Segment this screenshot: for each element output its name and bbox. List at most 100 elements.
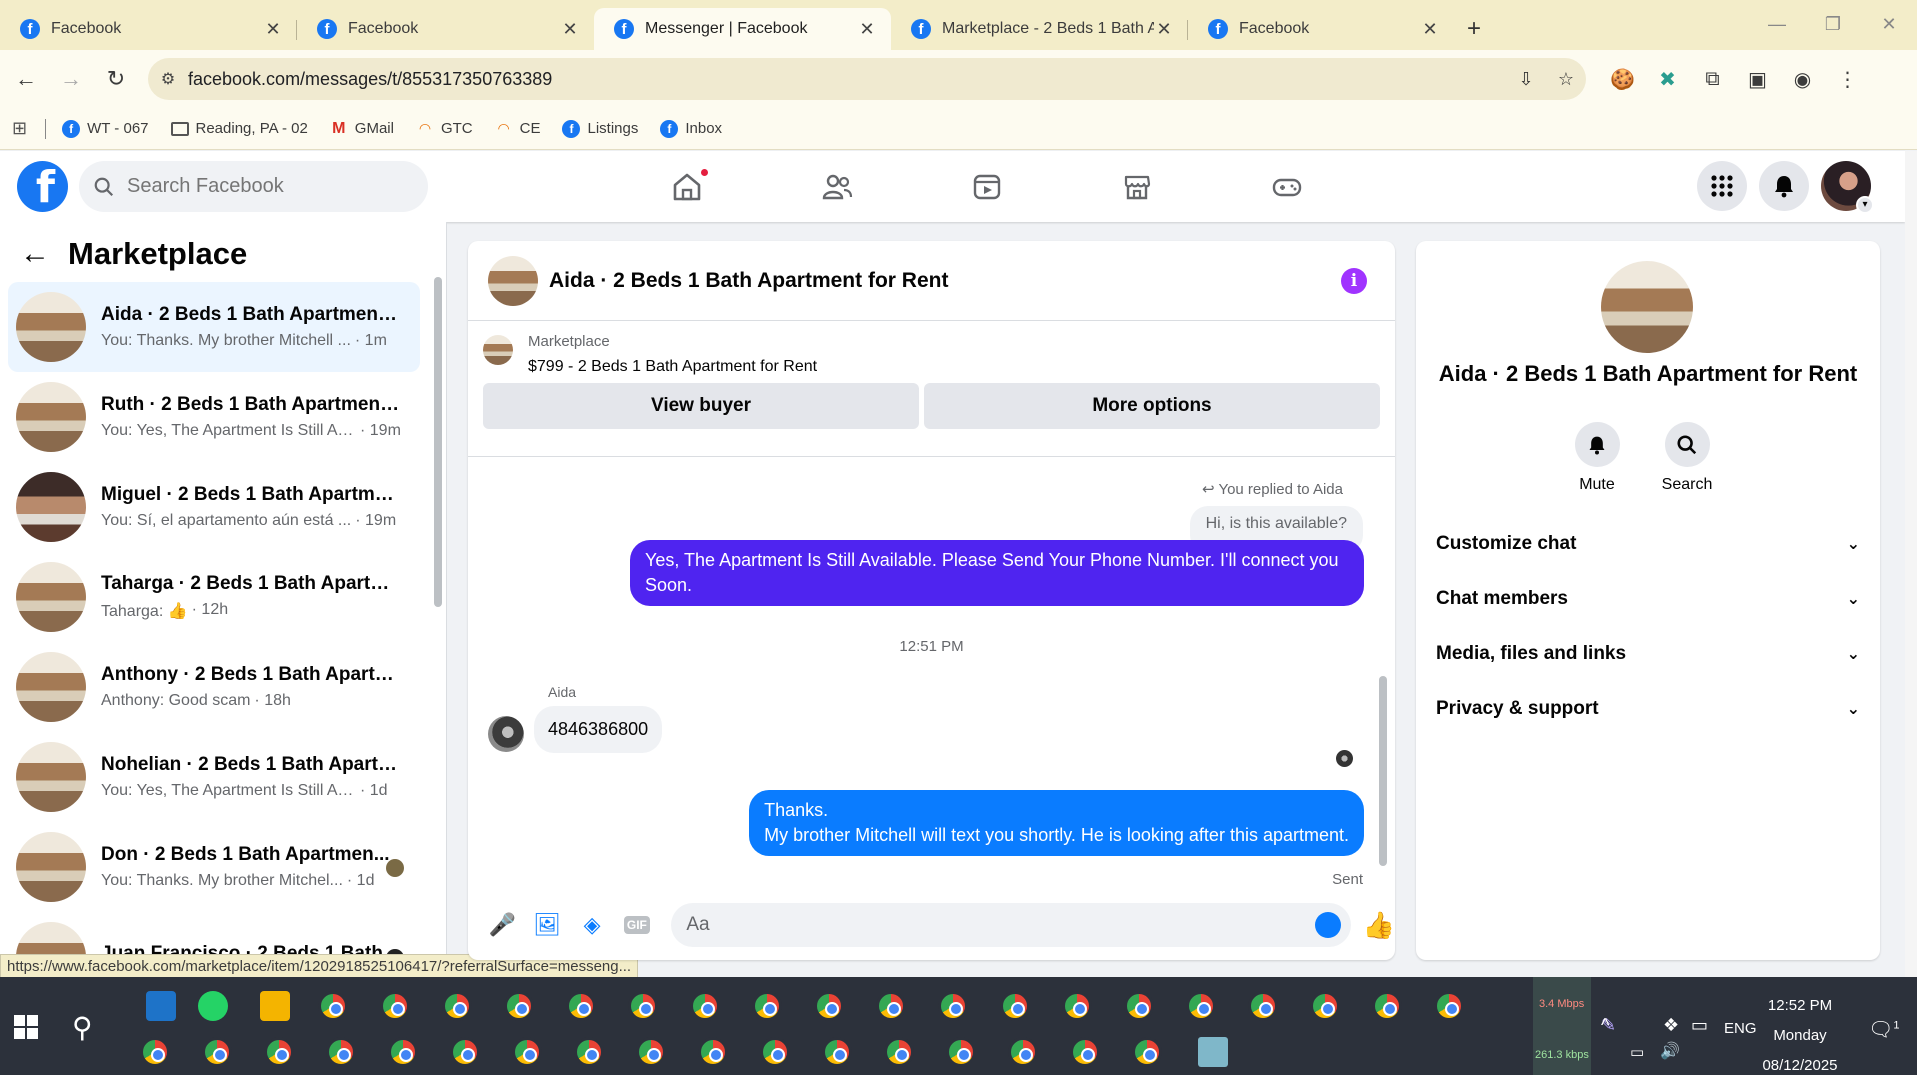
conversation-item[interactable]: Nohelian · 2 Beds 1 Bath Apartm... You: … — [8, 732, 420, 822]
video-nav[interactable] — [912, 151, 1062, 222]
chat-avatar[interactable] — [488, 255, 538, 306]
browser-tab[interactable]: f Facebook ✕ — [297, 8, 594, 50]
conversation-item[interactable]: Taharga · 2 Beds 1 Bath Apartme... Tahar… — [8, 552, 420, 642]
marketplace-nav[interactable] — [1062, 151, 1212, 222]
more-options-button[interactable]: More options — [924, 383, 1380, 429]
conversation-item[interactable]: Anthony · 2 Beds 1 Bath Apartm... Anthon… — [8, 642, 420, 732]
chrome-icon[interactable] — [140, 1037, 170, 1067]
close-window-button[interactable]: ✕ — [1861, 0, 1917, 48]
network-icon[interactable]: ▭ — [1630, 1043, 1644, 1061]
new-tab-button[interactable]: + — [1454, 8, 1494, 50]
friends-nav[interactable] — [762, 151, 912, 222]
thumbs-up-icon[interactable]: 👍 — [1363, 910, 1395, 941]
restore-button[interactable]: ❐ — [1805, 0, 1861, 48]
info-icon[interactable]: i — [1341, 268, 1367, 294]
outlook-icon[interactable] — [146, 991, 176, 1021]
chrome-icon[interactable] — [442, 991, 472, 1021]
mute-action[interactable]: Mute — [1552, 422, 1642, 494]
chrome-icon[interactable] — [884, 1037, 914, 1067]
install-app-icon[interactable]: ⇩ — [1506, 69, 1546, 90]
chrome-icon[interactable] — [814, 991, 844, 1021]
chrome-icon[interactable] — [388, 1037, 418, 1067]
chrome-icon[interactable] — [876, 991, 906, 1021]
search-icon[interactable]: ⚲ — [72, 1011, 93, 1044]
customize-chat-section[interactable]: Customize chat ⌄ — [1436, 524, 1866, 564]
close-icon[interactable]: ✕ — [1420, 19, 1440, 40]
chat-members-section[interactable]: Chat members ⌄ — [1436, 579, 1866, 619]
apps-grid-icon[interactable]: ⊞ — [12, 118, 27, 139]
close-icon[interactable]: ✕ — [1154, 19, 1174, 40]
sender-avatar[interactable] — [488, 716, 524, 752]
emoji-icon[interactable] — [1314, 912, 1341, 938]
thread-scrollbar[interactable] — [1379, 676, 1387, 866]
back-button[interactable]: ← — [7, 60, 45, 98]
chrome-icon[interactable] — [264, 1037, 294, 1067]
chrome-icon[interactable] — [450, 1037, 480, 1067]
extension-icon[interactable]: ✖ — [1645, 67, 1690, 92]
browser-tab[interactable]: f Facebook ✕ — [0, 8, 297, 50]
conversation-item[interactable]: Ruth · 2 Beds 1 Bath Apartment ... You: … — [8, 372, 420, 462]
battery-icon[interactable]: ▭ — [1691, 1015, 1708, 1036]
photo-icon[interactable]: 🖼 — [525, 903, 570, 948]
minimize-button[interactable]: — — [1749, 0, 1805, 48]
chrome-icon[interactable] — [1008, 1037, 1038, 1067]
tab-search-icon[interactable]: ▣ — [1735, 67, 1780, 92]
scrollbar-thumb[interactable] — [434, 277, 442, 607]
url-text[interactable]: facebook.com/messages/t/855317350763389 — [188, 69, 1506, 90]
whatsapp-icon[interactable] — [198, 991, 228, 1021]
chrome-icon[interactable] — [1000, 991, 1030, 1021]
conversation-item[interactable]: Aida · 2 Beds 1 Bath Apartment f... You:… — [8, 282, 420, 372]
show-hidden-icons[interactable]: ^ — [1601, 1015, 1609, 1036]
notifications-button[interactable] — [1759, 161, 1809, 211]
windows-start-icon[interactable] — [14, 1015, 38, 1039]
sticker-icon[interactable]: ◈ — [570, 903, 615, 948]
message-input[interactable]: Aa — [671, 903, 1351, 947]
bookmark-star-icon[interactable]: ☆ — [1546, 69, 1586, 90]
reload-button[interactable]: ↻ — [97, 60, 135, 98]
file-explorer-icon[interactable] — [260, 991, 290, 1021]
cookie-extension-icon[interactable]: 🍪 — [1600, 67, 1645, 92]
facebook-logo[interactable]: f — [17, 161, 68, 212]
site-info-icon[interactable]: ⚙ — [148, 69, 188, 89]
chrome-icon[interactable] — [504, 991, 534, 1021]
forward-button[interactable]: → — [52, 60, 90, 98]
chrome-icon[interactable] — [698, 1037, 728, 1067]
gaming-nav[interactable] — [1212, 151, 1362, 222]
browser-tab[interactable]: f Facebook ✕ — [1188, 8, 1454, 50]
outgoing-message[interactable]: Yes, The Apartment Is Still Available. P… — [630, 540, 1364, 606]
profile-avatar[interactable]: ▾ — [1821, 161, 1874, 214]
menu-icon[interactable]: ⋮ — [1825, 67, 1870, 92]
microphone-icon[interactable]: 🎤 — [480, 903, 525, 948]
chrome-icon[interactable] — [1310, 991, 1340, 1021]
notification-center-icon[interactable]: 🗨1 — [1868, 1017, 1900, 1042]
dropbox-icon[interactable]: ❖ — [1663, 1015, 1679, 1036]
chrome-icon[interactable] — [822, 1037, 852, 1067]
bookmark-item[interactable]: f WT - 067 — [62, 119, 149, 138]
chrome-icon[interactable] — [636, 1037, 666, 1067]
chrome-icon[interactable] — [318, 991, 348, 1021]
profile-icon[interactable]: ◉ — [1780, 67, 1825, 92]
home-nav[interactable] — [612, 151, 762, 222]
chrome-icon[interactable] — [690, 991, 720, 1021]
view-buyer-button[interactable]: View buyer — [483, 383, 919, 429]
close-icon[interactable]: ✕ — [263, 19, 283, 40]
system-clock[interactable]: 12:52 PM Monday 08/12/2025 — [1745, 991, 1855, 1075]
chrome-icon[interactable] — [1372, 991, 1402, 1021]
listing-title[interactable]: $799 - 2 Beds 1 Bath Apartment for Rent — [528, 358, 817, 376]
volume-icon[interactable]: 🔊 — [1660, 1041, 1680, 1061]
chrome-icon[interactable] — [1434, 991, 1464, 1021]
incoming-message[interactable]: 4846386800 — [534, 706, 663, 753]
chrome-icon[interactable] — [1186, 991, 1216, 1021]
bookmark-item[interactable]: ◠ GTC — [416, 120, 473, 138]
puzzle-icon[interactable]: ⧉ — [1690, 68, 1735, 91]
bookmark-item[interactable]: M GMail — [330, 120, 394, 138]
outgoing-message[interactable]: Thanks. My brother Mitchell will text yo… — [749, 790, 1364, 856]
chat-title[interactable]: Aida · 2 Beds 1 Bath Apartment for Rent — [549, 269, 948, 293]
bookmark-item[interactable]: Reading, PA - 02 — [170, 120, 308, 137]
chrome-icon[interactable] — [326, 1037, 356, 1067]
browser-tab-active[interactable]: f Messenger | Facebook ✕ — [594, 8, 891, 50]
chrome-icon[interactable] — [628, 991, 658, 1021]
conversation-item[interactable]: Miguel · 2 Beds 1 Bath Apartme... You: S… — [8, 462, 420, 552]
chrome-icon[interactable] — [752, 991, 782, 1021]
chrome-icon[interactable] — [202, 1037, 232, 1067]
